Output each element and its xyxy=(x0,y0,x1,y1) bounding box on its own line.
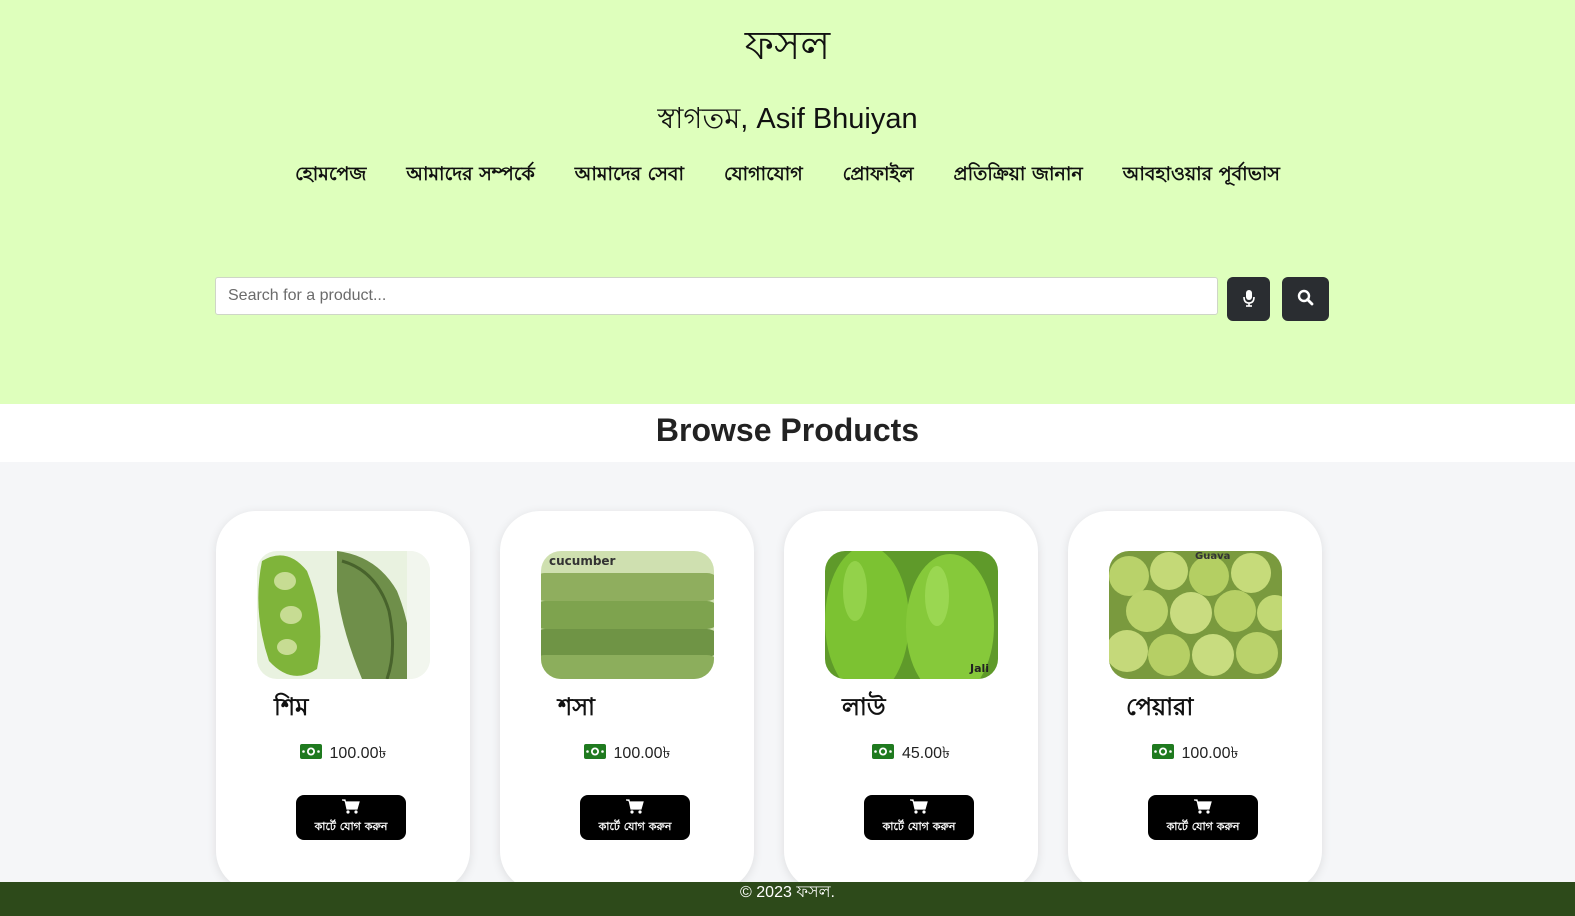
copyright-text: © 2023 ফসল. xyxy=(740,884,835,901)
product-price: 100.00৳ xyxy=(500,740,754,767)
search-bar xyxy=(215,277,1329,321)
add-to-cart-label: কার্টে যোগ করুন xyxy=(598,819,672,833)
product-name: পেয়ারা xyxy=(1126,693,1194,721)
add-to-cart-button[interactable]: কার্টে যোগ করুন xyxy=(864,795,974,840)
product-image: Guava xyxy=(1109,551,1282,679)
price-text: 100.00৳ xyxy=(1181,745,1239,762)
nav-weather[interactable]: আবহাওয়ার পূর্বাভাস xyxy=(1123,160,1280,192)
search-input[interactable] xyxy=(215,277,1218,315)
nav-home[interactable]: হোমপেজ xyxy=(295,160,366,192)
browse-section-header: Browse Products xyxy=(0,404,1575,462)
nav-about[interactable]: আমাদের সম্পর্কে xyxy=(406,160,534,192)
image-caption: Jali xyxy=(969,662,989,675)
product-grid: শিম 100.00৳ কার্টে যোগ করুন cucumber শসা… xyxy=(216,511,1328,891)
cart-icon xyxy=(626,798,644,817)
product-price: 100.00৳ xyxy=(216,740,470,767)
site-title: ফসল xyxy=(744,23,831,69)
microphone-icon xyxy=(1242,289,1256,310)
price-text: 45.00৳ xyxy=(901,745,950,762)
product-price: 45.00৳ xyxy=(784,740,1038,767)
price-text: 100.00৳ xyxy=(613,745,671,762)
product-card: Guava পেয়ারা 100.00৳ কার্টে যোগ করুন xyxy=(1068,511,1322,891)
site-footer: © 2023 ফসল. xyxy=(0,882,1575,916)
product-card: Jali লাউ 45.00৳ কার্টে যোগ করুন xyxy=(784,511,1038,891)
welcome-message: স্বাগতম, Asif Bhuiyan xyxy=(657,103,918,135)
main-nav: হোমপেজ আমাদের সম্পর্কে আমাদের সেবা যোগায… xyxy=(0,160,1575,192)
money-icon xyxy=(1151,743,1174,764)
product-card: cucumber শসা 100.00৳ কার্টে যোগ করুন xyxy=(500,511,754,891)
money-icon xyxy=(871,743,894,764)
product-image xyxy=(257,551,430,679)
money-icon xyxy=(299,743,322,764)
image-caption: cucumber xyxy=(549,554,616,568)
product-card: শিম 100.00৳ কার্টে যোগ করুন xyxy=(216,511,470,891)
product-name: লাউ xyxy=(842,693,886,721)
nav-profile[interactable]: প্রোফাইল xyxy=(843,160,914,192)
nav-feedback[interactable]: প্রতিক্রিয়া জানান xyxy=(954,160,1083,192)
add-to-cart-button[interactable]: কার্টে যোগ করুন xyxy=(296,795,406,840)
product-name: শসা xyxy=(558,693,596,721)
image-caption: Guava xyxy=(1195,551,1230,562)
search-icon xyxy=(1297,289,1314,309)
price-text: 100.00৳ xyxy=(329,745,387,762)
site-header: ফসল স্বাগতম, Asif Bhuiyan হোমপেজ আমাদের … xyxy=(0,0,1575,404)
cart-icon xyxy=(910,798,928,817)
nav-services[interactable]: আমাদের সেবা xyxy=(575,160,684,192)
add-to-cart-label: কার্টে যোগ করুন xyxy=(882,819,956,833)
nav-contact[interactable]: যোগাযোগ xyxy=(724,160,803,192)
product-price: 100.00৳ xyxy=(1068,740,1322,767)
product-name: শিম xyxy=(274,693,309,721)
add-to-cart-button[interactable]: কার্টে যোগ করুন xyxy=(580,795,690,840)
add-to-cart-label: কার্টে যোগ করুন xyxy=(1166,819,1240,833)
money-icon xyxy=(583,743,606,764)
section-title: Browse Products xyxy=(655,412,920,448)
product-image: Jali xyxy=(825,551,998,679)
cart-icon xyxy=(342,798,360,817)
add-to-cart-button[interactable]: কার্টে যোগ করুন xyxy=(1148,795,1258,840)
search-button[interactable] xyxy=(1282,277,1329,321)
product-image: cucumber xyxy=(541,551,714,679)
add-to-cart-label: কার্টে যোগ করুন xyxy=(314,819,388,833)
cart-icon xyxy=(1194,798,1212,817)
voice-search-button[interactable] xyxy=(1227,277,1270,321)
